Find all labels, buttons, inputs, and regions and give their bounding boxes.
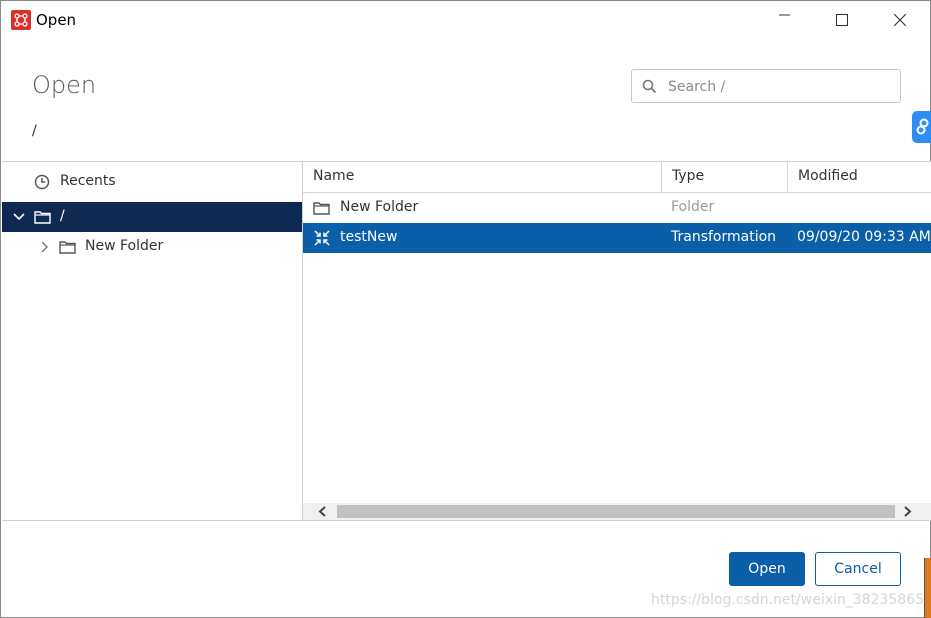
maximize-button[interactable] xyxy=(813,1,871,39)
file-modified: 09/09/20 09:33 AM xyxy=(797,229,931,245)
recents-item[interactable]: Recents xyxy=(2,167,302,197)
search-input[interactable] xyxy=(666,76,895,98)
side-panel-tab[interactable] xyxy=(912,111,931,143)
column-header-label: Name xyxy=(313,168,355,184)
transformation-icon xyxy=(314,230,330,246)
current-path: / xyxy=(32,123,37,139)
window-title: Open xyxy=(36,11,77,29)
dialog-heading: Open xyxy=(32,71,97,99)
app-logo-icon xyxy=(11,10,31,30)
scroll-right-icon[interactable] xyxy=(903,506,913,517)
tree-item-root[interactable]: / xyxy=(2,202,302,232)
close-button[interactable] xyxy=(871,1,929,39)
table-row-selected[interactable]: testNew Transformation 09/09/20 09:33 AM xyxy=(303,223,931,253)
column-header-type[interactable]: Type xyxy=(662,162,788,193)
folder-tree-pane: Recents / New Folder xyxy=(2,162,302,520)
column-header-modified[interactable]: Modified xyxy=(788,162,931,193)
cancel-button[interactable]: Cancel xyxy=(815,552,901,586)
column-header-label: Modified xyxy=(798,168,858,184)
column-header-name[interactable]: Name xyxy=(303,162,662,193)
open-button[interactable]: Open xyxy=(729,552,805,586)
scroll-left-icon[interactable] xyxy=(317,506,327,517)
chevron-down-icon[interactable] xyxy=(13,212,25,222)
folder-icon xyxy=(34,211,51,224)
chevron-right-icon[interactable] xyxy=(40,241,48,253)
watermark: https://blog.csdn.net/weixin_38235865 xyxy=(651,592,925,608)
link-icon xyxy=(916,118,929,135)
file-type: Folder xyxy=(671,199,715,215)
scrollbar-thumb[interactable] xyxy=(337,505,895,518)
search-icon xyxy=(642,79,657,94)
minimize-icon xyxy=(779,14,790,16)
background-window-edge xyxy=(924,558,931,618)
search-box[interactable] xyxy=(631,69,901,103)
clock-icon xyxy=(34,174,50,190)
folder-icon xyxy=(59,241,76,254)
minimize-button[interactable] xyxy=(756,1,814,39)
file-name: New Folder xyxy=(340,199,419,215)
file-type: Transformation xyxy=(671,229,777,245)
tree-item-label: / xyxy=(60,208,65,224)
file-list-pane: Name Type Modified New Folder Folder tes… xyxy=(303,162,931,520)
folder-icon xyxy=(313,202,330,215)
title-bar: Open xyxy=(1,1,930,39)
tree-item-label: New Folder xyxy=(85,238,164,254)
maximize-icon xyxy=(836,14,848,26)
open-dialog-window: Open Open / Rece xyxy=(0,0,931,618)
close-icon xyxy=(894,14,906,26)
file-name: testNew xyxy=(340,229,398,245)
recents-label: Recents xyxy=(60,173,116,189)
column-header-label: Type xyxy=(672,168,705,184)
tree-item-new-folder[interactable]: New Folder xyxy=(2,232,302,262)
horizontal-scrollbar[interactable] xyxy=(303,503,931,520)
table-row[interactable]: New Folder Folder xyxy=(303,193,931,223)
pane-bottom-border xyxy=(2,520,931,521)
